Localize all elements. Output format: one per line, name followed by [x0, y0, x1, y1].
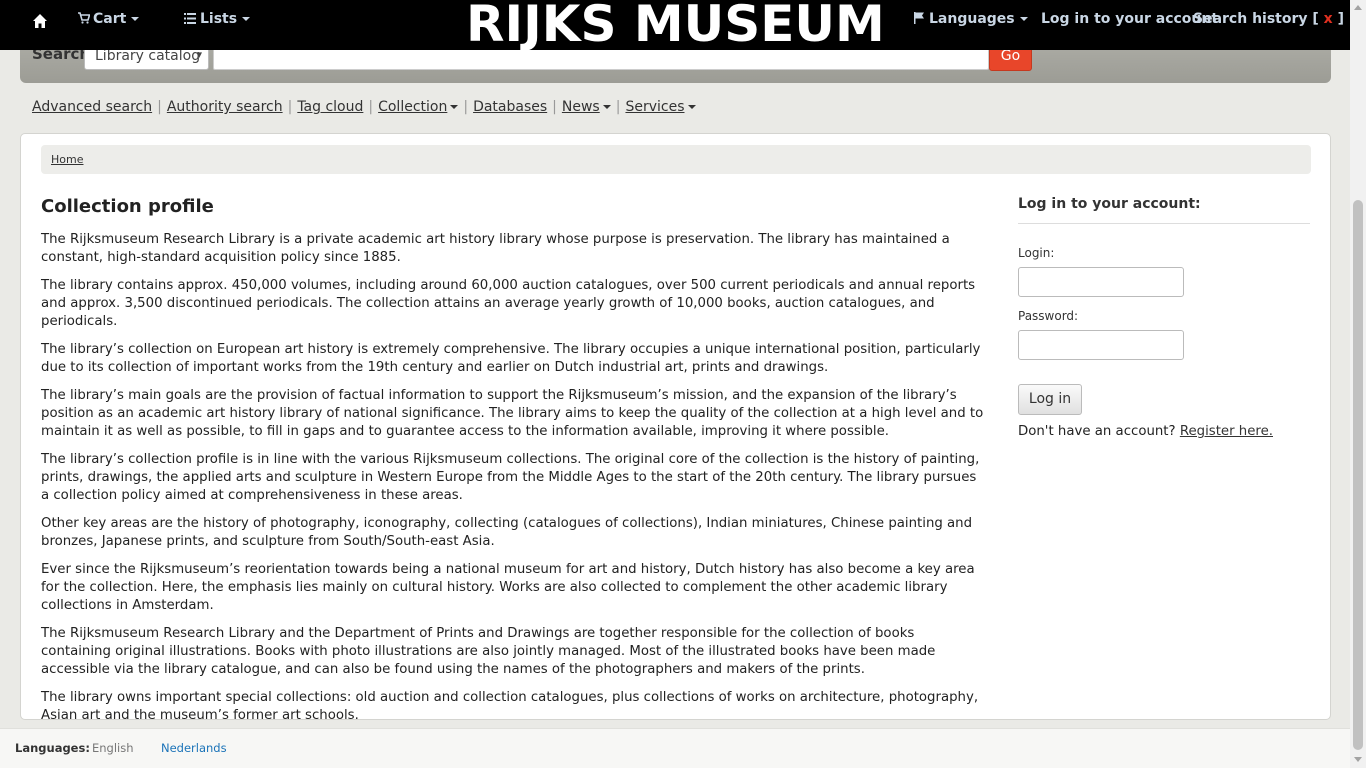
rijksmuseum-logo[interactable]: RIJKS MUSEUM — [466, 0, 885, 52]
login-box: Log in to your account: Login: Password:… — [1018, 196, 1310, 439]
news-link[interactable]: News — [562, 99, 600, 115]
bracket-open: [ — [1312, 11, 1319, 27]
register-prompt: Don't have an account? Register here. — [1018, 424, 1310, 439]
login-label: Login: — [1018, 246, 1055, 260]
paragraph: The library’s main goals are the provisi… — [41, 388, 984, 439]
list-icon — [184, 13, 196, 24]
paragraph: The library owns important special colle… — [41, 690, 979, 723]
advanced-search-link[interactable]: Advanced search — [32, 99, 152, 115]
divider: | — [157, 99, 162, 115]
paragraph: The library’s collection on European art… — [41, 342, 981, 375]
databases-link[interactable]: Databases — [473, 99, 547, 115]
languages-dropdown[interactable]: Languages — [914, 11, 1028, 27]
language-link-nederlands[interactable]: Nederlands — [161, 741, 227, 755]
news-dropdown[interactable]: News — [562, 99, 611, 115]
search-history-link[interactable]: Search history — [1193, 11, 1308, 27]
login-field[interactable] — [1018, 267, 1184, 297]
login-heading: Log in to your account: — [1018, 196, 1310, 224]
authority-search-link[interactable]: Authority search — [167, 99, 283, 115]
paragraph: The Rijksmuseum Research Library is a pr… — [41, 232, 950, 265]
lists-label: Lists — [200, 11, 238, 27]
divider: | — [287, 99, 293, 115]
search-scope-value: Library catalog — [95, 48, 201, 64]
language-footer: Languages: English Nederlands — [0, 728, 1350, 768]
search-history: Search history [ x ] — [1193, 11, 1344, 27]
main-panel: Home Collection profile The Rijksmuseum … — [20, 133, 1331, 723]
paragraph: The library’s collection profile is in l… — [41, 452, 980, 503]
footer-languages-label: Languages: — [15, 741, 90, 755]
collection-link[interactable]: Collection — [378, 99, 447, 115]
clear-search-history-button[interactable]: x — [1324, 11, 1333, 27]
cart-icon — [78, 12, 91, 24]
secondary-nav: Advanced search | Authority search | Tag clo… — [32, 99, 696, 115]
no-account-text: Don't have an account? — [1018, 424, 1176, 439]
top-navbar: Cart Lists RIJKS MUSEUM Languages Log in… — [0, 0, 1350, 52]
services-link[interactable]: Services — [625, 99, 684, 115]
chevron-down-icon — [1019, 17, 1028, 21]
lists-dropdown[interactable]: Lists — [184, 11, 251, 27]
breadcrumb: Home — [41, 145, 1311, 174]
scroll-up-arrow-icon[interactable] — [1354, 5, 1362, 10]
bracket-close: ] — [1337, 11, 1344, 27]
scroll-down-arrow-icon[interactable] — [1354, 757, 1362, 762]
divider: | — [552, 99, 557, 115]
home-icon[interactable] — [32, 13, 48, 29]
languages-label: Languages — [929, 11, 1015, 27]
page-title: Collection profile — [41, 196, 214, 217]
paragraph: The library contains approx. 450,000 vol… — [41, 278, 976, 329]
divider: | — [463, 99, 469, 115]
login-link[interactable]: Log in to your account — [1041, 11, 1218, 27]
chevron-down-icon — [450, 105, 459, 109]
flag-icon — [914, 12, 924, 24]
chevron-down-icon — [602, 105, 611, 109]
collection-dropdown[interactable]: Collection — [378, 99, 459, 115]
chevron-down-icon — [131, 17, 140, 21]
breadcrumb-home-link[interactable]: Home — [51, 153, 83, 166]
register-link[interactable]: Register here. — [1180, 424, 1273, 439]
cart-label: Cart — [93, 11, 127, 27]
services-dropdown[interactable]: Services — [625, 99, 696, 115]
password-label: Password: — [1018, 309, 1079, 323]
collection-profile-content: Collection profile The Rijksmuseum Resea… — [41, 196, 986, 735]
paragraph: Ever since the Rijksmuseum’s reorientati… — [41, 562, 975, 613]
chevron-down-icon — [242, 17, 251, 21]
password-field[interactable] — [1018, 330, 1184, 360]
log-in-button[interactable]: Log in — [1018, 384, 1082, 415]
scrollbar-thumb[interactable] — [1353, 200, 1363, 750]
paragraph: Other key areas are the history of photo… — [41, 516, 973, 549]
paragraph: The Rijksmuseum Research Library and the… — [41, 626, 936, 677]
divider: | — [615, 99, 621, 115]
chevron-down-icon — [687, 105, 696, 109]
cart-dropdown[interactable]: Cart — [78, 11, 140, 27]
divider: | — [368, 99, 374, 115]
tag-cloud-link[interactable]: Tag cloud — [297, 99, 363, 115]
current-language: English — [92, 741, 134, 755]
vertical-scrollbar[interactable] — [1350, 0, 1366, 768]
